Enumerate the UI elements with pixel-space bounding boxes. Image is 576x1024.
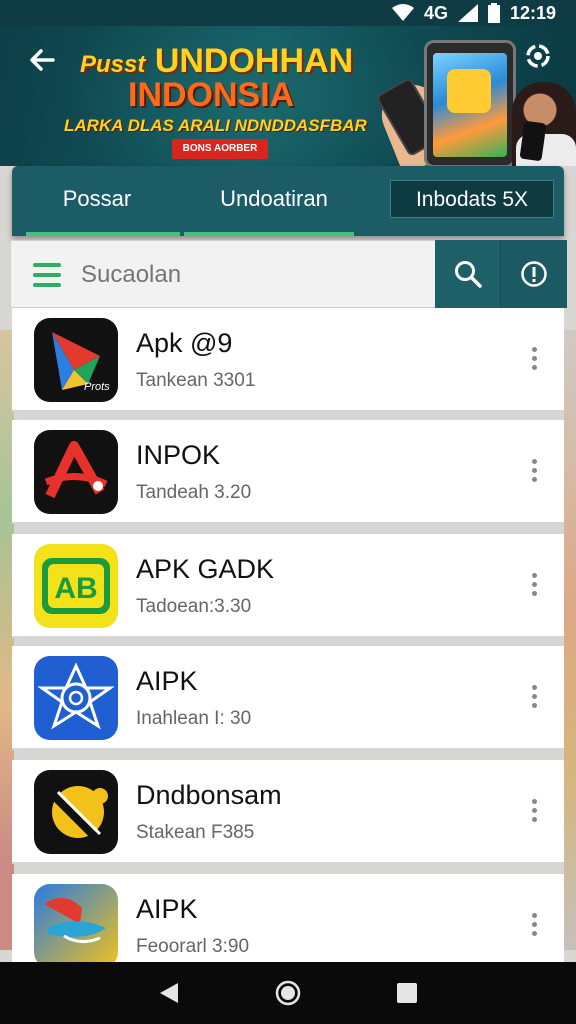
search-icon (454, 261, 482, 288)
triangle-back-icon (160, 983, 179, 1003)
more-options-button[interactable] (524, 338, 544, 378)
banner-title-prefix: Pusst (80, 51, 146, 78)
header-banner: Pusst UNDOHHAN INDONSIA LARKA DLAS ARALI… (0, 26, 576, 166)
app-meta: Tadoean:3.30 (136, 596, 252, 617)
list-item[interactable]: AB APK GADK Tadoean:3.30 (12, 534, 564, 638)
wifi-icon (391, 4, 414, 22)
app-name: APK GADK (136, 554, 275, 584)
more-options-button[interactable] (524, 564, 544, 604)
app-name: INPOK (136, 440, 221, 470)
system-nav-bar (0, 962, 576, 1024)
app-meta: Tandeah 3.20 (136, 482, 252, 503)
nav-recents-button[interactable] (392, 978, 422, 1008)
red-a-icon (34, 430, 118, 514)
bird-icon (34, 884, 118, 962)
banner-subtitle: LARKA DLAS ARALI NDNDDASFBAR (64, 116, 367, 135)
tab-bar: Possar Undoatiran Inbodats 5X (12, 166, 564, 236)
square-recents-icon (396, 983, 417, 1003)
ab-green-icon: AB (34, 544, 118, 628)
tab-undoatiran[interactable]: Undoatiran (184, 166, 364, 232)
app-name: Dndbonsam (136, 780, 282, 810)
arrow-left-icon (30, 49, 55, 71)
settings-button[interactable] (518, 40, 558, 80)
signal-icon (457, 4, 478, 22)
tab-possar[interactable]: Possar (12, 166, 182, 232)
info-button[interactable] (501, 240, 567, 308)
person-illustration (512, 82, 576, 166)
back-button[interactable] (22, 44, 62, 84)
tab-indicator (26, 232, 180, 236)
app-name: AIPK (136, 666, 198, 696)
blue-swirl-icon (34, 656, 118, 740)
banner-badge: BONS AORBER (172, 139, 268, 159)
phone-illustration (424, 40, 516, 166)
app-icon-label: Prots (84, 381, 110, 393)
gear-icon (526, 44, 550, 68)
background-decoration (564, 330, 576, 950)
menu-icon[interactable] (33, 263, 61, 287)
app-meta: Tankean 3301 (136, 370, 256, 391)
tab-inbodats[interactable]: Inbodats 5X (390, 180, 554, 218)
app-icon-label: AB (54, 572, 97, 605)
more-options-button[interactable] (524, 450, 544, 490)
play-triangle-icon: Prots (34, 318, 118, 402)
app-list: Prots Apk @9 Tankean 3301 INPOK Tandeah … (12, 308, 564, 962)
list-item[interactable]: AIPK Inahlean I: 30 (12, 646, 564, 750)
more-options-button[interactable] (524, 904, 544, 944)
search-input[interactable] (81, 255, 421, 295)
app-name: AIPK (136, 894, 198, 924)
list-item[interactable]: AIPK Feoorarl 3:90 (12, 874, 564, 962)
list-item[interactable]: INPOK Tandeah 3.20 (12, 420, 564, 524)
network-type: 4G (423, 2, 448, 23)
status-bar: 4G 12:19 (0, 0, 576, 26)
banner-title-main: UNDOHHAN (154, 42, 354, 80)
search-button[interactable] (435, 240, 501, 308)
yellow-ball-icon (34, 770, 118, 854)
more-options-button[interactable] (524, 676, 544, 716)
tab-indicator (184, 232, 354, 236)
app-meta: Stakean F385 (136, 822, 255, 843)
banner-title-line2: INDONSIA (128, 76, 295, 114)
app-name: Apk @9 (136, 328, 233, 358)
list-item[interactable]: Dndbonsam Stakean F385 (12, 760, 564, 864)
info-icon (521, 261, 547, 287)
clock: 12:19 (509, 2, 556, 23)
battery-icon (487, 3, 500, 23)
app-meta: Feoorarl 3:90 (136, 936, 250, 957)
more-options-button[interactable] (524, 790, 544, 830)
nav-back-button[interactable] (154, 978, 184, 1008)
home-circle-icon (275, 980, 301, 1006)
list-item[interactable]: Prots Apk @9 Tankean 3301 (12, 308, 564, 412)
app-meta: Inahlean I: 30 (136, 708, 252, 729)
nav-home-button[interactable] (273, 978, 303, 1008)
search-bar (10, 240, 567, 308)
